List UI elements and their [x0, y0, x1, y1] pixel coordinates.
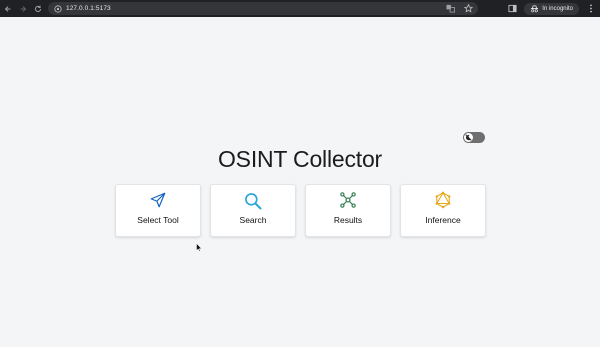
send-icon: [150, 192, 166, 208]
bookmark-star-icon[interactable]: [462, 3, 474, 15]
results-card[interactable]: Results: [305, 184, 391, 237]
address-bar[interactable]: 127.0.0.1:5173: [48, 2, 478, 15]
browser-toolbar: 127.0.0.1:5173 In incognito: [0, 0, 600, 17]
mouse-cursor-icon: [196, 243, 202, 252]
arrow-right-icon: [20, 5, 27, 12]
theme-toggle[interactable]: [463, 132, 485, 143]
more-menu-icon[interactable]: [585, 3, 597, 15]
search-card[interactable]: Search: [210, 184, 296, 237]
card-grid: Select Tool Search Results Inference: [115, 184, 486, 237]
inference-card[interactable]: Inference: [400, 184, 486, 237]
search-label: Search: [239, 215, 267, 225]
reload-icon: [34, 5, 42, 12]
select-tool-label: Select Tool: [137, 215, 179, 225]
site-info-icon[interactable]: [53, 4, 62, 13]
side-panel-icon[interactable]: [506, 3, 518, 15]
toggle-knob: [464, 133, 473, 142]
reload-button[interactable]: [31, 0, 45, 17]
graphql-icon: [435, 191, 451, 209]
results-label: Results: [333, 215, 363, 225]
page-title: OSINT Collector: [217, 146, 382, 172]
translate-icon[interactable]: [444, 3, 456, 15]
incognito-badge[interactable]: In incognito: [524, 2, 579, 15]
url-text[interactable]: 127.0.0.1:5173: [66, 5, 111, 12]
search-icon: [245, 193, 262, 210]
graph-icon: [340, 192, 356, 208]
inference-label: Inference: [425, 215, 461, 225]
forward-button[interactable]: [16, 0, 30, 17]
moon-off-icon: [465, 134, 472, 141]
incognito-label: In incognito: [542, 5, 573, 12]
select-tool-card[interactable]: Select Tool: [115, 184, 201, 237]
incognito-icon: [531, 4, 539, 12]
arrow-left-icon: [4, 5, 11, 12]
back-button[interactable]: [1, 0, 15, 17]
